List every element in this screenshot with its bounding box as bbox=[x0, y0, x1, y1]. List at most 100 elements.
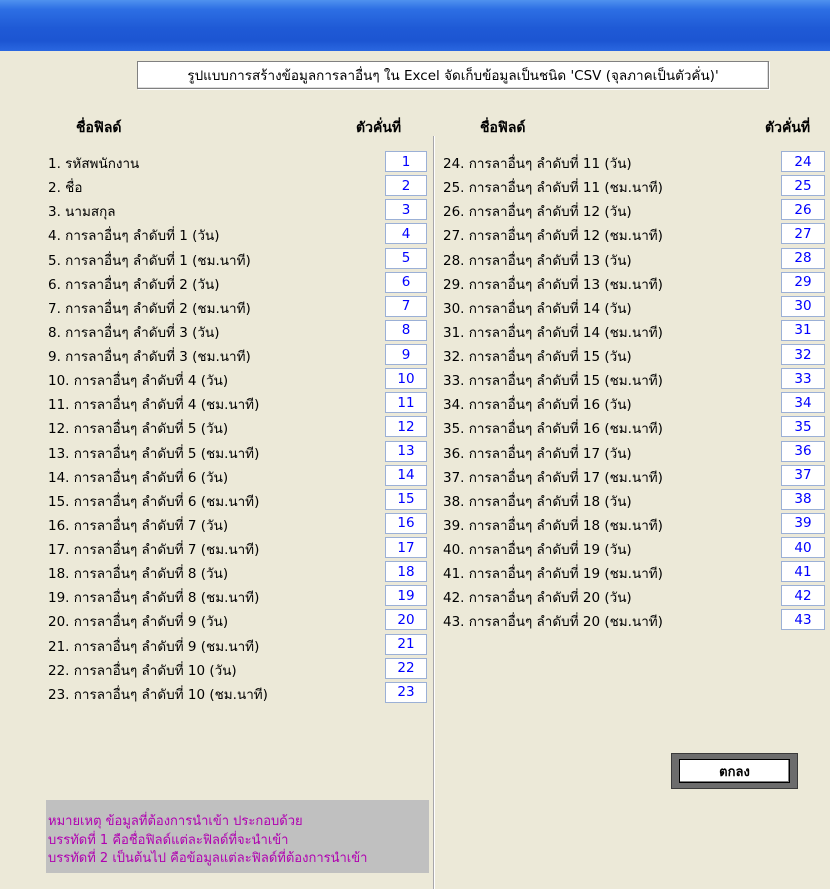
delimiter-position-field[interactable]: 40 bbox=[781, 537, 825, 558]
field-row: 14. การลาอื่นๆ ลำดับที่ 6 (วัน) 14 bbox=[48, 464, 430, 488]
right-field-list: 24. การลาอื่นๆ ลำดับที่ 11 (วัน) 24 25. กา… bbox=[443, 150, 830, 633]
field-label: 28. การลาอื่นๆ ลำดับที่ 13 (วัน) bbox=[443, 252, 632, 269]
field-row: 6. การลาอื่นๆ ลำดับที่ 2 (วัน) 6 bbox=[48, 271, 430, 295]
field-label: 7. การลาอื่นๆ ลำดับที่ 2 (ชม.นาที) bbox=[48, 300, 251, 317]
left-field-list: 1. รหัสพนักงาน 1 2. ชื่อ 2 3. นามสกุล 3 4. การ… bbox=[48, 150, 430, 705]
delimiter-position-field[interactable]: 14 bbox=[385, 464, 427, 486]
delimiter-position-field[interactable]: 42 bbox=[781, 585, 825, 607]
field-row: 23. การลาอื่นๆ ลำดับที่ 10 (ชม.นาที) 23 bbox=[48, 681, 430, 705]
field-label: 13. การลาอื่นๆ ลำดับที่ 5 (ชม.นาที) bbox=[48, 445, 260, 462]
field-row: 39. การลาอื่นๆ ลำดับที่ 18 (ชม.นาที) 39 bbox=[443, 512, 830, 536]
left-field-name-header: ชื่อฟิลด์ bbox=[76, 120, 122, 136]
field-row: 10. การลาอื่นๆ ลำดับที่ 4 (วัน) 10 bbox=[48, 367, 430, 391]
delimiter-position-field[interactable]: 19 bbox=[385, 585, 427, 607]
field-label: 3. นามสกุล bbox=[48, 204, 116, 221]
note-line-3: บรรทัดที่ 2 เป็นต้นไป คือข้อมูลแต่ละฟิลด… bbox=[48, 851, 368, 866]
field-row: 24. การลาอื่นๆ ลำดับที่ 11 (วัน) 24 bbox=[443, 150, 830, 174]
delimiter-position-field[interactable]: 37 bbox=[781, 464, 825, 486]
field-row: 19. การลาอื่นๆ ลำดับที่ 8 (ชม.นาที) 19 bbox=[48, 584, 430, 608]
field-row: 22. การลาอื่นๆ ลำดับที่ 10 (วัน) 22 bbox=[48, 657, 430, 681]
field-label: 1. รหัสพนักงาน bbox=[48, 156, 140, 172]
field-label: 15. การลาอื่นๆ ลำดับที่ 6 (ชม.นาที) bbox=[48, 493, 260, 510]
delimiter-position-field[interactable]: 4 bbox=[385, 223, 427, 245]
delimiter-position-field[interactable]: 17 bbox=[385, 537, 427, 558]
field-row: 13. การลาอื่นๆ ลำดับที่ 5 (ชม.นาที) 13 bbox=[48, 440, 430, 464]
field-label: 11. การลาอื่นๆ ลำดับที่ 4 (ชม.นาที) bbox=[48, 397, 260, 414]
delimiter-position-field[interactable]: 27 bbox=[781, 223, 825, 245]
field-label: 10. การลาอื่นๆ ลำดับที่ 4 (วัน) bbox=[48, 373, 229, 390]
delimiter-position-field[interactable]: 34 bbox=[781, 392, 825, 414]
delimiter-position-field[interactable]: 30 bbox=[781, 295, 825, 317]
delimiter-position-field[interactable]: 13 bbox=[385, 440, 427, 462]
field-row: 37. การลาอื่นๆ ลำดับที่ 17 (ชม.นาที) 37 bbox=[443, 464, 830, 488]
field-label: 14. การลาอื่นๆ ลำดับที่ 6 (วัน) bbox=[48, 469, 229, 486]
field-row: 4. การลาอื่นๆ ลำดับที่ 1 (วัน) 4 bbox=[48, 222, 430, 246]
field-label: 20. การลาอื่นๆ ลำดับที่ 9 (วัน) bbox=[48, 614, 229, 631]
field-row: 11. การลาอื่นๆ ลำดับที่ 4 (ชม.นาที) 11 bbox=[48, 391, 430, 415]
field-label: 22. การลาอื่นๆ ลำดับที่ 10 (วัน) bbox=[48, 662, 237, 679]
delimiter-position-field[interactable]: 43 bbox=[781, 609, 825, 631]
delimiter-position-field[interactable]: 38 bbox=[781, 488, 825, 510]
delimiter-position-field[interactable]: 20 bbox=[385, 609, 427, 631]
field-label: 16. การลาอื่นๆ ลำดับที่ 7 (วัน) bbox=[48, 517, 229, 534]
delimiter-position-field[interactable]: 23 bbox=[385, 681, 427, 703]
delimiter-position-field[interactable]: 21 bbox=[385, 633, 427, 655]
left-delimiter-header: ตัวคั่นที่ bbox=[356, 120, 402, 136]
ok-button-label: ตกลง bbox=[679, 759, 790, 783]
delimiter-position-field[interactable]: 25 bbox=[781, 175, 825, 197]
delimiter-position-field[interactable]: 24 bbox=[781, 151, 825, 172]
delimiter-position-field[interactable]: 31 bbox=[781, 319, 825, 341]
field-label: 26. การลาอื่นๆ ลำดับที่ 12 (วัน) bbox=[443, 204, 632, 221]
ok-button[interactable]: ตกลง bbox=[671, 753, 798, 789]
delimiter-position-field[interactable]: 26 bbox=[781, 199, 825, 221]
delimiter-position-field[interactable]: 3 bbox=[385, 199, 427, 221]
delimiter-position-field[interactable]: 2 bbox=[385, 175, 427, 197]
field-label: 36. การลาอื่นๆ ลำดับที่ 17 (วัน) bbox=[443, 445, 632, 462]
window-titlebar[interactable] bbox=[0, 0, 830, 51]
field-row: 17. การลาอื่นๆ ลำดับที่ 7 (ชม.นาที) 17 bbox=[48, 536, 430, 560]
delimiter-position-field[interactable]: 33 bbox=[781, 368, 825, 390]
delimiter-position-field[interactable]: 29 bbox=[781, 271, 825, 293]
field-label: 5. การลาอื่นๆ ลำดับที่ 1 (ชม.นาที) bbox=[48, 252, 251, 269]
delimiter-position-field[interactable]: 1 bbox=[385, 151, 427, 172]
field-row: 36. การลาอื่นๆ ลำดับที่ 17 (วัน) 36 bbox=[443, 440, 830, 464]
field-row: 33. การลาอื่นๆ ลำดับที่ 15 (ชม.นาที) 33 bbox=[443, 367, 830, 391]
field-label: 6. การลาอื่นๆ ลำดับที่ 2 (วัน) bbox=[48, 276, 220, 293]
field-label: 33. การลาอื่นๆ ลำดับที่ 15 (ชม.นาที) bbox=[443, 373, 663, 390]
delimiter-position-field[interactable]: 15 bbox=[385, 488, 427, 510]
delimiter-position-field[interactable]: 10 bbox=[385, 368, 427, 390]
delimiter-position-field[interactable]: 18 bbox=[385, 561, 427, 583]
delimiter-position-field[interactable]: 35 bbox=[781, 416, 825, 438]
field-label: 41. การลาอื่นๆ ลำดับที่ 19 (ชม.นาที) bbox=[443, 566, 663, 583]
field-row: 5. การลาอื่นๆ ลำดับที่ 1 (ชม.นาที) 5 bbox=[48, 247, 430, 271]
delimiter-position-field[interactable]: 7 bbox=[385, 295, 427, 317]
delimiter-position-field[interactable]: 12 bbox=[385, 416, 427, 438]
delimiter-position-field[interactable]: 28 bbox=[781, 247, 825, 269]
delimiter-position-field[interactable]: 16 bbox=[385, 512, 427, 534]
delimiter-position-field[interactable]: 11 bbox=[385, 392, 427, 414]
field-label: 38. การลาอื่นๆ ลำดับที่ 18 (วัน) bbox=[443, 493, 632, 510]
delimiter-position-field[interactable]: 22 bbox=[385, 657, 427, 679]
field-label: 18. การลาอื่นๆ ลำดับที่ 8 (วัน) bbox=[48, 566, 229, 583]
right-field-name-header: ชื่อฟิลด์ bbox=[480, 120, 526, 136]
delimiter-position-field[interactable]: 41 bbox=[781, 561, 825, 583]
delimiter-position-field[interactable]: 5 bbox=[385, 247, 427, 269]
field-row: 41. การลาอื่นๆ ลำดับที่ 19 (ชม.นาที) 41 bbox=[443, 560, 830, 584]
field-row: 26. การลาอื่นๆ ลำดับที่ 12 (วัน) 26 bbox=[443, 198, 830, 222]
field-label: 9. การลาอื่นๆ ลำดับที่ 3 (ชม.นาที) bbox=[48, 349, 251, 365]
delimiter-position-field[interactable]: 9 bbox=[385, 344, 427, 365]
delimiter-position-field[interactable]: 6 bbox=[385, 271, 427, 293]
field-row: 25. การลาอื่นๆ ลำดับที่ 11 (ชม.นาที) 25 bbox=[443, 174, 830, 198]
delimiter-position-field[interactable]: 39 bbox=[781, 512, 825, 534]
field-label: 39. การลาอื่นๆ ลำดับที่ 18 (ชม.นาที) bbox=[443, 517, 663, 534]
delimiter-position-field[interactable]: 8 bbox=[385, 319, 427, 341]
delimiter-position-field[interactable]: 36 bbox=[781, 440, 825, 462]
field-row: 29. การลาอื่นๆ ลำดับที่ 13 (ชม.นาที) 29 bbox=[443, 271, 830, 295]
delimiter-position-field[interactable]: 32 bbox=[781, 344, 825, 365]
field-label: 23. การลาอื่นๆ ลำดับที่ 10 (ชม.นาที) bbox=[48, 686, 268, 703]
field-label: 25. การลาอื่นๆ ลำดับที่ 11 (ชม.นาที) bbox=[443, 180, 663, 197]
field-label: 42. การลาอื่นๆ ลำดับที่ 20 (วัน) bbox=[443, 590, 632, 607]
field-row: 7. การลาอื่นๆ ลำดับที่ 2 (ชม.นาที) 7 bbox=[48, 295, 430, 319]
field-label: 12. การลาอื่นๆ ลำดับที่ 5 (วัน) bbox=[48, 421, 229, 438]
field-label: 8. การลาอื่นๆ ลำดับที่ 3 (วัน) bbox=[48, 324, 220, 341]
